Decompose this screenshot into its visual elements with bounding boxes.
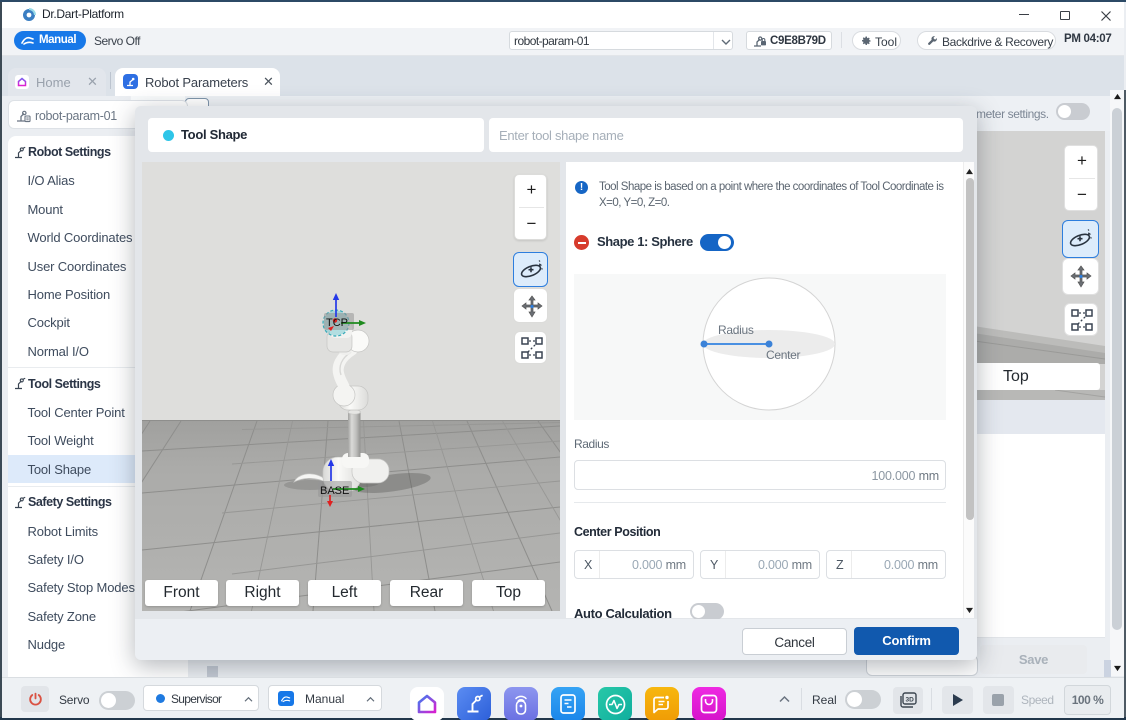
svg-text:Radius: Radius (718, 323, 754, 337)
svg-text:3D: 3D (906, 697, 915, 704)
svg-text:Center: Center (766, 348, 801, 362)
svg-text:TCP: TCP (326, 317, 348, 329)
svg-text:BASE: BASE (320, 485, 349, 497)
